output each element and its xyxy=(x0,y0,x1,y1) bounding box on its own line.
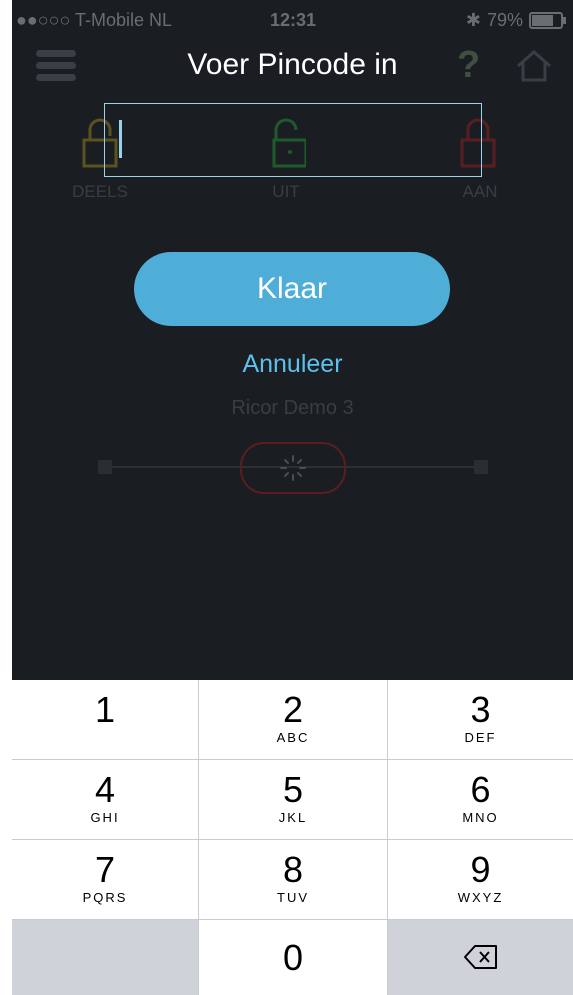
bluetooth-icon: ✱ xyxy=(465,10,481,30)
key-1[interactable]: 1 xyxy=(12,680,198,759)
key-letters: WXYZ xyxy=(457,890,504,905)
key-6[interactable]: 6 MNO xyxy=(388,760,573,839)
mode-slider-knob[interactable] xyxy=(240,442,346,494)
key-8[interactable]: 8 TUV xyxy=(199,840,387,919)
text-cursor xyxy=(119,120,122,158)
mode-label-deels: DEELS xyxy=(72,182,128,201)
dialog-title: Voer Pincode in xyxy=(187,48,398,81)
slider-end-left xyxy=(98,460,112,474)
status-right: ✱ 79% xyxy=(465,10,566,31)
key-digit: 8 xyxy=(282,849,304,890)
mode-label-aan: AAN xyxy=(462,182,498,201)
key-4[interactable]: 4 GHI xyxy=(12,760,198,839)
battery-percent: 79% xyxy=(486,10,523,30)
key-letters: TUV xyxy=(277,890,309,905)
pin-input[interactable] xyxy=(104,103,482,177)
clock: 12:31 xyxy=(270,10,317,30)
key-0[interactable]: 0 xyxy=(199,920,387,995)
mode-label-uit: UIT xyxy=(272,182,300,201)
key-7[interactable]: 7 PQRS xyxy=(12,840,198,919)
key-9[interactable]: 9 WXYZ xyxy=(388,840,573,919)
key-letters: JKL xyxy=(278,810,308,825)
key-blank xyxy=(12,920,198,995)
key-2[interactable]: 2 ABC xyxy=(199,680,387,759)
key-digit: 4 xyxy=(94,769,116,810)
app-screen: ●●○○○ T-Mobile NL 12:31 ✱ 79% ? DEELS UI… xyxy=(12,0,573,995)
numeric-keypad: 1 2 ABC 3 DEF 4 GHI 5 JKL 6 MNO 7 PQRS 8 xyxy=(12,680,573,995)
key-digit: 9 xyxy=(470,849,491,890)
key-letters: PQRS xyxy=(82,890,128,905)
key-letters: ABC xyxy=(276,730,310,745)
key-digit: 7 xyxy=(94,849,116,890)
device-name: Ricor Demo 3 xyxy=(231,397,354,419)
key-digit: 6 xyxy=(470,769,491,810)
key-letters: DEF xyxy=(464,730,497,745)
key-digit: 5 xyxy=(282,769,304,810)
key-letters: MNO xyxy=(462,810,499,825)
key-digit: 2 xyxy=(282,689,304,730)
key-3[interactable]: 3 DEF xyxy=(388,680,573,759)
key-5[interactable]: 5 JKL xyxy=(199,760,387,839)
done-button[interactable]: Klaar xyxy=(134,252,450,326)
key-digit: 0 xyxy=(282,937,304,978)
status-bar: ●●○○○ T-Mobile NL 12:31 ✱ 79% xyxy=(12,0,573,40)
slider-end-right xyxy=(474,460,488,474)
backspace-icon xyxy=(463,945,497,969)
carrier-label: ●●○○○ T-Mobile NL xyxy=(16,10,173,30)
key-digit: 1 xyxy=(94,689,116,730)
cancel-link[interactable]: Annuleer xyxy=(12,350,573,379)
delete-key[interactable] xyxy=(388,920,573,995)
spinner-icon xyxy=(280,455,306,481)
key-letters: GHI xyxy=(90,810,120,825)
key-digit: 3 xyxy=(470,689,491,730)
battery-icon xyxy=(529,12,566,29)
